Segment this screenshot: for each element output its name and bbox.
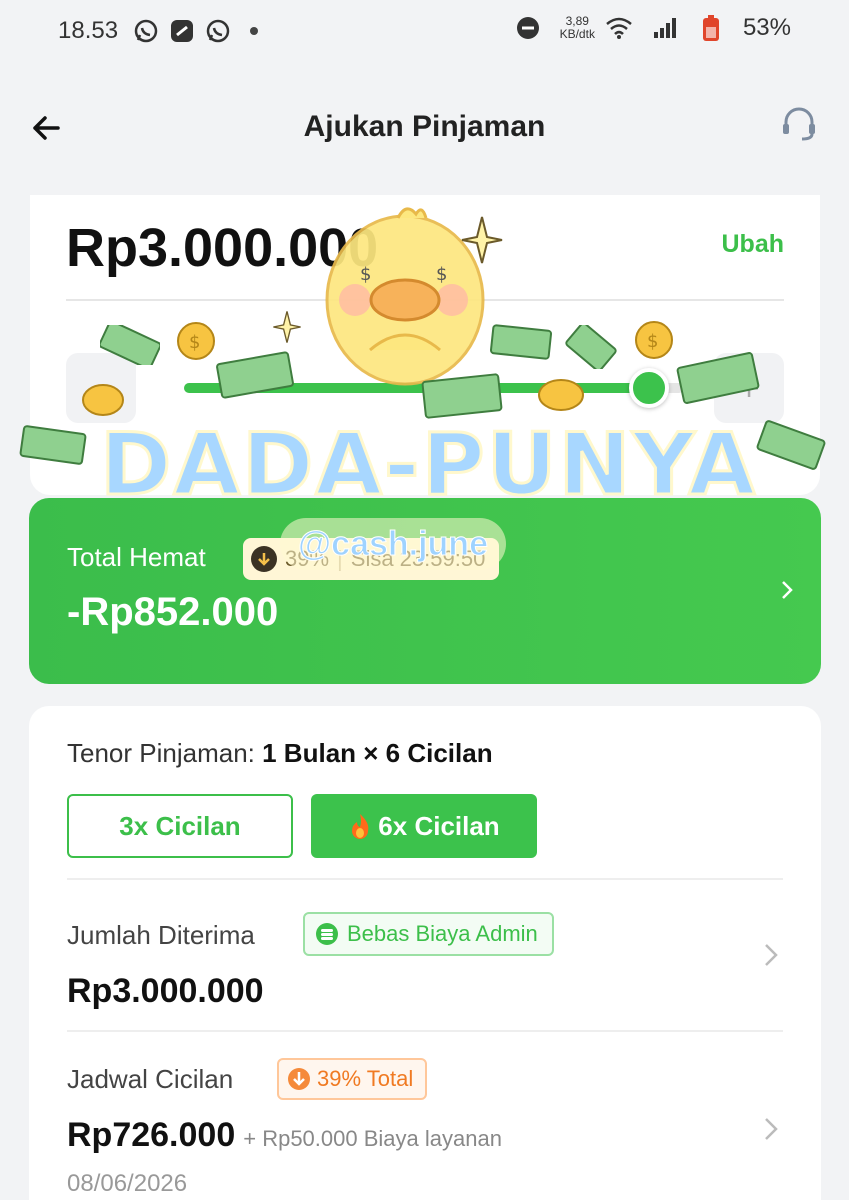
decrease-amount-button[interactable]	[66, 353, 136, 423]
divider	[66, 299, 784, 301]
free-admin-fee-text: Bebas Biaya Admin	[347, 921, 538, 946]
network-speed: 3,89 KB/dtk	[560, 15, 595, 41]
installment-option-label: 3x Cicilan	[119, 810, 241, 841]
amount-slider-thumb[interactable]	[629, 368, 669, 408]
loan-details-card: Tenor Pinjaman: 1 Bulan × 6 Cicilan 3x C…	[29, 706, 821, 1200]
installment-amount: Rp726.000 + Rp50.000 Biaya layanan	[67, 1116, 502, 1155]
savings-label: Total Hemat	[67, 542, 206, 572]
installment-option-3x[interactable]: 3x Cicilan	[67, 794, 293, 858]
countdown-timer: Sisa 23:59:50	[350, 546, 486, 571]
amount-received-value: Rp3.000.000	[67, 972, 264, 1010]
service-fee-text: + Rp50.000 Biaya layanan	[243, 1126, 502, 1151]
loan-amount-value: Rp3.000.000	[66, 218, 379, 278]
tenor-label: Tenor Pinjaman:	[67, 738, 255, 768]
installment-due-date: 08/06/2026	[67, 1170, 188, 1197]
coins-stack-icon	[316, 923, 338, 945]
notification-dot-icon	[240, 17, 268, 45]
app-notification-icon	[168, 17, 196, 45]
amount-slider[interactable]	[184, 368, 684, 408]
customer-service-button[interactable]	[779, 104, 819, 144]
amount-slider-fill	[184, 383, 649, 393]
tenor-summary: Tenor Pinjaman: 1 Bulan × 6 Cicilan	[67, 738, 493, 769]
installment-option-6x[interactable]: 6x Cicilan	[311, 794, 537, 858]
installment-schedule-row[interactable]: Jadwal Cicilan 39% Total Rp726.000 + Rp50…	[29, 1058, 821, 1200]
discount-percentage: 39%	[285, 546, 330, 571]
chevron-right-icon	[765, 944, 778, 966]
chevron-right-icon	[765, 1118, 778, 1140]
page-title: Ajukan Pinjaman	[303, 110, 546, 143]
loan-amount-card: Rp3.000.000 Ubah	[30, 195, 820, 495]
do-not-disturb-icon	[514, 14, 542, 42]
status-bar: 18.53 3,89 KB/dtk 53%	[0, 0, 849, 62]
battery-percentage: 53%	[742, 14, 791, 41]
amount-received-label: Jumlah Diterima	[67, 920, 255, 950]
arrow-down-circle-icon	[288, 1068, 310, 1090]
discount-badge: 39% | Sisa 23:59:50	[243, 538, 500, 580]
installment-schedule-label: Jadwal Cicilan	[67, 1064, 234, 1094]
total-savings-banner[interactable]: Total Hemat 39% | Sisa 23:59:50 -Rp852.0…	[29, 498, 821, 684]
badge-separator: |	[337, 546, 343, 571]
whatsapp-icon	[204, 17, 232, 45]
minus-icon	[92, 387, 110, 390]
savings-percentage-text: 39% Total	[317, 1066, 414, 1091]
battery-icon	[697, 14, 725, 42]
network-speed-value: 3,89	[565, 14, 589, 28]
divider	[67, 1030, 783, 1032]
tenor-value: 1 Bulan × 6 Cicilan	[262, 738, 493, 768]
savings-percentage-badge: 39% Total	[277, 1058, 428, 1100]
edit-amount-button[interactable]: Ubah	[722, 230, 785, 259]
chevron-right-icon	[782, 581, 793, 599]
installment-option-label: 6x Cicilan	[378, 810, 500, 841]
arrow-down-circle-icon	[251, 546, 277, 572]
status-time: 18.53	[58, 17, 119, 44]
plus-icon	[740, 379, 758, 397]
whatsapp-icon	[132, 17, 160, 45]
savings-value: -Rp852.000	[67, 590, 279, 634]
installment-amount-value: Rp726.000	[67, 1116, 236, 1154]
signal-icon	[651, 14, 679, 42]
network-speed-unit: KB/dtk	[559, 27, 595, 41]
fire-icon	[352, 814, 369, 839]
headset-icon	[783, 107, 815, 141]
wifi-icon	[605, 14, 633, 42]
free-admin-fee-badge: Bebas Biaya Admin	[303, 912, 554, 956]
increase-amount-button[interactable]	[714, 353, 784, 423]
divider	[67, 878, 783, 880]
app-header: Ajukan Pinjaman	[0, 92, 849, 164]
amount-received-row[interactable]: Jumlah Diterima Bebas Biaya Admin Rp3.00…	[29, 912, 821, 1040]
